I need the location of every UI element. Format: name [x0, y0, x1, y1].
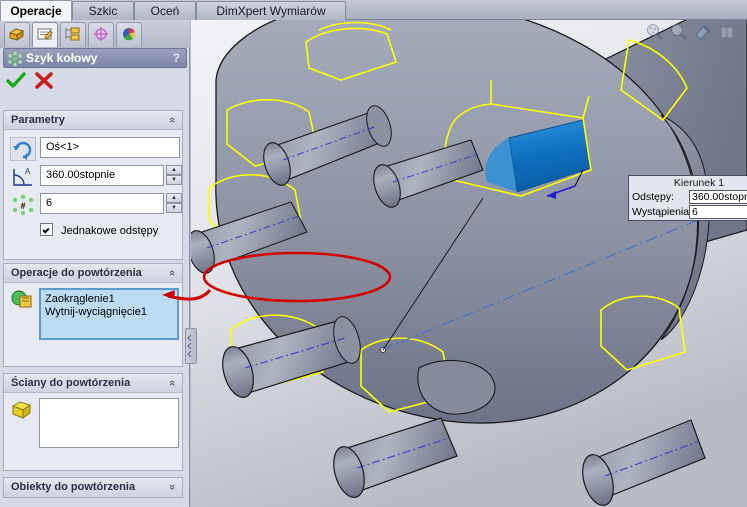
ok-button[interactable]: [6, 72, 28, 92]
features-selection-icon: [11, 289, 33, 312]
callout-spacing-value[interactable]: 360.00stopnie: [689, 190, 747, 204]
callout-instances-label: Wystąpienia:: [632, 206, 693, 218]
help-button[interactable]: ?: [173, 49, 180, 67]
instances-stepper-up[interactable]: ▲: [166, 193, 182, 203]
chevron-up-icon[interactable]: «: [163, 380, 181, 386]
group-operacje-do-powtorzenia: Operacje do powtórzenia « Zaokrąglenie1 …: [3, 263, 183, 367]
callout-title: Kierunek 1: [673, 177, 725, 189]
page-title: Szyk kołowy: [26, 51, 98, 65]
group-parametry-header[interactable]: Parametry «: [4, 111, 182, 130]
panel-splitter-handle[interactable]: [185, 328, 197, 364]
equal-spacing-label: Jednakowe odstępy: [61, 225, 159, 237]
group-obiekty-title: Obiekty do powtórzenia: [11, 481, 136, 493]
zoom-in-out-icon[interactable]: [669, 23, 689, 41]
chevron-up-icon[interactable]: «: [163, 270, 181, 276]
propertymanager-action-row: [0, 70, 190, 94]
section-view-icon[interactable]: [693, 23, 713, 41]
callout-row-instances: Wystąpienia: 6: [629, 205, 747, 220]
angle-field[interactable]: 360.00stopnie: [40, 165, 164, 186]
callout-row-spacing: Odstępy: 360.00stopnie: [629, 190, 747, 205]
group-obiekty-header[interactable]: Obiekty do powtórzenia »: [4, 478, 182, 497]
axis-field[interactable]: Oś<1>: [40, 137, 180, 158]
model-3d-render: [191, 20, 747, 507]
faces-listbox[interactable]: [39, 398, 179, 448]
instances-field[interactable]: 6: [40, 193, 164, 214]
svg-text:#: #: [20, 201, 25, 211]
angle-stepper-up[interactable]: ▲: [166, 165, 182, 175]
display-manager-tab[interactable]: [116, 22, 142, 47]
pattern-callout: Kierunek 1 Odstępy: 360.00stopnie Wystąp…: [628, 175, 747, 221]
instances-icon: #: [10, 193, 36, 220]
solidworks-window: Operacje Szkic Oceń DimXpert Wymiarów Ki…: [0, 0, 747, 507]
manager-tab-strip: [0, 20, 190, 48]
equal-spacing-row[interactable]: Jednakowe odstępy: [40, 223, 158, 237]
svg-text:A: A: [25, 167, 31, 176]
group-sciany-title: Ściany do powtórzenia: [11, 377, 131, 389]
tab-dimxpert-wymiarow[interactable]: DimXpert Wymiarów: [196, 1, 346, 20]
callout-spacing-label: Odstępy:: [632, 191, 675, 203]
angle-stepper-down[interactable]: ▼: [166, 175, 182, 185]
axis-selector-icon[interactable]: [9, 136, 37, 164]
tab-operacje[interactable]: Operacje: [0, 0, 72, 21]
cancel-button[interactable]: [34, 72, 56, 92]
callout-instances-value[interactable]: 6: [689, 205, 747, 219]
list-item[interactable]: Zaokrąglenie1: [41, 293, 177, 306]
features-listbox[interactable]: Zaokrąglenie1 Wytnij-wyciągnięcie1: [39, 288, 179, 340]
group-operacje-header[interactable]: Operacje do powtórzenia «: [4, 264, 182, 283]
chevron-down-icon[interactable]: »: [163, 484, 181, 490]
equal-spacing-checkbox[interactable]: [40, 223, 53, 236]
property-manager-tab[interactable]: [32, 22, 58, 47]
configuration-manager-tab[interactable]: [60, 22, 86, 47]
chevron-up-icon[interactable]: «: [163, 117, 181, 123]
instances-stepper-down[interactable]: ▼: [166, 203, 182, 213]
tab-ocen[interactable]: Oceń: [134, 1, 196, 20]
group-operacje-title: Operacje do powtórzenia: [11, 267, 142, 279]
group-parametry: Parametry « Oś<1> A 360.00stopnie ▲ ▼ # …: [3, 110, 183, 260]
command-manager-tabbar: Operacje Szkic Oceń DimXpert Wymiarów: [0, 0, 747, 21]
angle-stepper[interactable]: ▲ ▼: [166, 165, 182, 186]
property-manager-panel: Szyk kołowy ? Parametry « Oś<1> A 360.00…: [0, 20, 190, 507]
tab-szkic[interactable]: Szkic: [72, 1, 134, 20]
circular-pattern-icon: [7, 51, 23, 72]
faces-selection-icon: [11, 400, 33, 423]
group-obiekty-do-powtorzenia[interactable]: Obiekty do powtórzenia »: [3, 477, 183, 498]
graphics-viewport[interactable]: Kierunek 1 Odstępy: 360.00stopnie Wystąp…: [191, 20, 747, 507]
zoom-to-area-icon[interactable]: [645, 23, 665, 41]
feature-manager-tab[interactable]: [4, 22, 30, 47]
property-manager-title-bar: Szyk kołowy ?: [3, 48, 187, 68]
group-sciany-do-powtorzenia: Ściany do powtórzenia «: [3, 373, 183, 471]
angle-icon: A: [10, 165, 36, 192]
group-parametry-title: Parametry: [11, 114, 65, 126]
display-style-icon[interactable]: [717, 23, 737, 41]
dimxpert-manager-tab[interactable]: [88, 22, 114, 47]
view-toolbar[interactable]: [641, 20, 745, 44]
instances-stepper[interactable]: ▲ ▼: [166, 193, 182, 214]
list-item[interactable]: Wytnij-wyciągnięcie1: [41, 306, 177, 319]
group-sciany-header[interactable]: Ściany do powtórzenia «: [4, 374, 182, 393]
